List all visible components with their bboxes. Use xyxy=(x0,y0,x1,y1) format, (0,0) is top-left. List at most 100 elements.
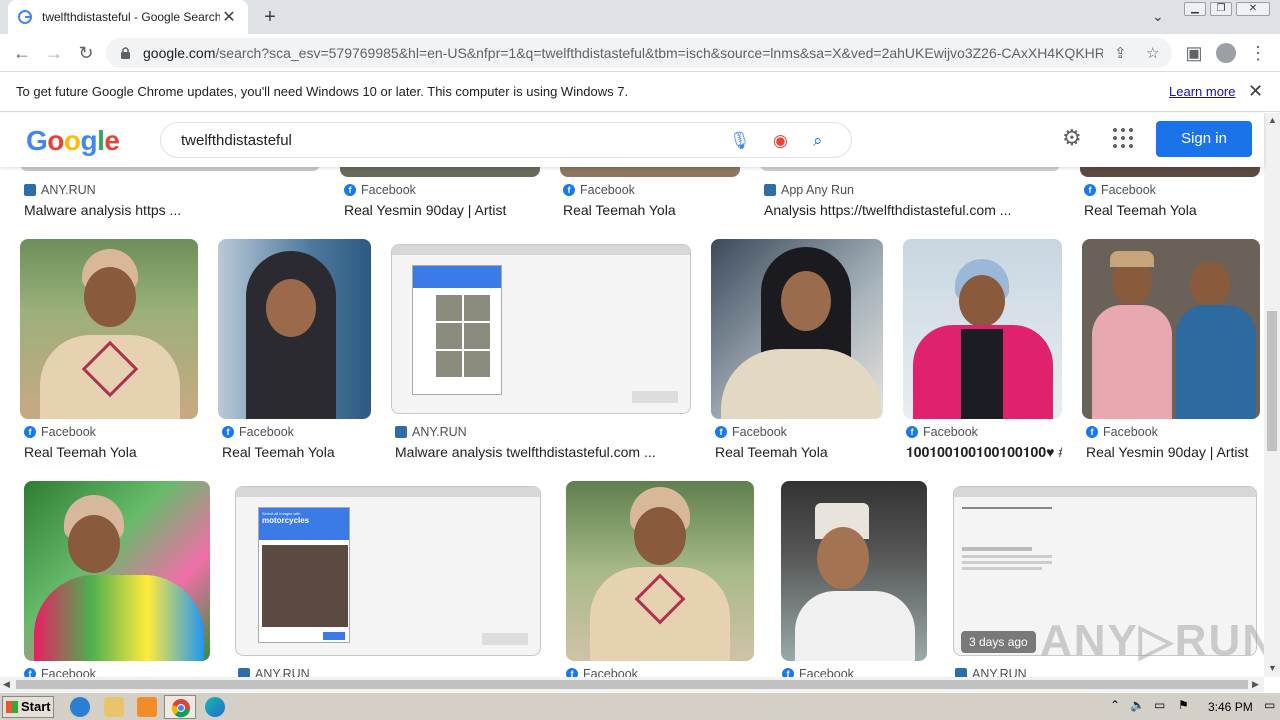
google-apps-grid-icon[interactable] xyxy=(1112,127,1134,149)
file-explorer-icon[interactable] xyxy=(104,697,124,717)
volume-icon[interactable]: 🔈 xyxy=(1130,698,1145,712)
side-panel-icon[interactable]: ▣ xyxy=(1182,41,1206,65)
result-image[interactable] xyxy=(218,239,371,419)
settings-gear-icon[interactable]: ⚙ xyxy=(1062,125,1082,151)
result-image[interactable] xyxy=(760,167,1060,171)
result-source[interactable]: ANY.RUN xyxy=(395,425,467,439)
result-image[interactable] xyxy=(566,481,754,661)
google-favicon-icon xyxy=(18,10,32,24)
tab-search-chevron-icon[interactable]: ⌄ xyxy=(1152,8,1164,25)
google-logo[interactable]: Google xyxy=(26,125,120,157)
new-tab-button[interactable]: + xyxy=(258,5,282,29)
tray-expand-icon[interactable]: ⌃ xyxy=(1110,698,1120,712)
result-source[interactable]: f Facebook xyxy=(24,425,96,439)
show-desktop-icon[interactable]: ▭ xyxy=(1264,698,1275,712)
voice-search-mic-icon[interactable]: 🎙 xyxy=(729,131,751,151)
learn-more-link[interactable]: Learn more xyxy=(1169,84,1235,99)
result-image[interactable] xyxy=(20,167,320,171)
result-image[interactable] xyxy=(20,239,198,419)
result-image[interactable] xyxy=(1082,239,1260,419)
result-image[interactable] xyxy=(340,167,540,177)
forward-icon[interactable]: → xyxy=(42,41,66,65)
anyrun-watermark: ANY▷RUN xyxy=(1040,616,1264,665)
anyrun-favicon-icon xyxy=(24,184,36,196)
google-header: Google twelfthdistasteful 🎙 ◉ ⌕ ⚙ Sign i… xyxy=(0,113,1264,167)
result-source[interactable]: f Facebook xyxy=(1084,183,1156,197)
search-icon[interactable]: ⌕ xyxy=(813,131,823,151)
result-source[interactable]: f Facebook xyxy=(782,667,854,677)
start-button[interactable]: Start xyxy=(2,696,54,718)
result-caption[interactable]: Real Teemah Yola xyxy=(222,444,372,460)
active-tab[interactable]: twelfthdistasteful - Google Search ✕ xyxy=(8,0,248,34)
lens-camera-icon[interactable]: ◉ xyxy=(773,131,788,151)
result-caption[interactable]: Malware analysis twelfthdistasteful.com … xyxy=(395,444,691,460)
taskbar-clock[interactable]: 3:46 PM xyxy=(1208,700,1253,714)
edge-icon[interactable] xyxy=(205,697,225,717)
update-infobar: To get future Google Chrome updates, you… xyxy=(0,72,1280,112)
browser-toolbar: ← → ↻ google.com/search?sca_esv=57976998… xyxy=(0,34,1280,72)
horizontal-scrollbar[interactable]: ◀ ▶ xyxy=(0,677,1264,692)
facebook-favicon-icon: f xyxy=(1084,184,1096,196)
menu-kebab-icon[interactable]: ⋮ xyxy=(1246,41,1270,65)
result-source[interactable]: f Facebook xyxy=(563,183,635,197)
share-icon[interactable]: ⇪ xyxy=(1114,44,1127,62)
scroll-right-arrow-icon[interactable]: ▶ xyxy=(1252,679,1259,690)
result-caption[interactable]: 𝟏𝟎𝟎𝟏𝟎𝟎𝟏𝟎𝟎𝟏𝟎𝟎𝟏𝟎𝟎𝟏𝟎𝟎♥ #juma... xyxy=(906,444,1062,461)
infobar-close-icon[interactable]: ✕ xyxy=(1248,81,1263,102)
sign-in-button[interactable]: Sign in xyxy=(1156,121,1252,157)
result-image[interactable] xyxy=(560,167,740,177)
back-icon[interactable]: ← xyxy=(10,41,34,65)
result-source[interactable]: f Facebook xyxy=(906,425,978,439)
result-source[interactable]: f Facebook xyxy=(1086,425,1158,439)
chrome-taskbar-button[interactable] xyxy=(164,695,196,719)
address-bar[interactable]: google.com/search?sca_esv=579769985&hl=e… xyxy=(106,38,1172,68)
result-source[interactable]: f Facebook xyxy=(24,667,96,677)
result-caption[interactable]: Real Teemah Yola xyxy=(24,444,200,460)
date-badge: 3 days ago xyxy=(961,631,1036,653)
result-source[interactable]: ANY.RUN xyxy=(238,667,310,677)
reload-icon[interactable]: ↻ xyxy=(74,41,98,65)
scroll-up-arrow-icon[interactable]: ▲ xyxy=(1268,115,1277,125)
result-source[interactable]: f Facebook xyxy=(344,183,416,197)
url-text: google.com/search?sca_esv=579769985&hl=e… xyxy=(143,45,1103,61)
result-source[interactable]: ANY.RUN xyxy=(955,667,1027,677)
result-caption[interactable]: Real Yesmin 90day | Artist xyxy=(344,202,544,218)
search-query[interactable]: twelfthdistasteful xyxy=(181,132,292,149)
bookmark-star-icon[interactable]: ☆ xyxy=(1146,44,1159,62)
result-source[interactable]: f Facebook xyxy=(566,667,638,677)
result-image[interactable]: Select all images with motorcycles xyxy=(235,486,541,656)
action-center-flag-icon[interactable]: ⚑ xyxy=(1178,698,1189,712)
result-image[interactable] xyxy=(711,239,883,419)
restore-button[interactable]: ❐ xyxy=(1210,2,1232,16)
result-caption[interactable]: Real Teemah Yola xyxy=(563,202,743,218)
result-source[interactable]: ANY.RUN xyxy=(24,183,96,197)
result-caption[interactable]: Real Yesmin 90day | Artist xyxy=(1086,444,1260,460)
internet-explorer-icon[interactable] xyxy=(70,697,90,717)
scroll-left-arrow-icon[interactable]: ◀ xyxy=(3,679,10,690)
result-caption[interactable]: Malware analysis https ... xyxy=(24,202,324,218)
result-source[interactable]: f Facebook xyxy=(222,425,294,439)
windows-logo-icon xyxy=(6,701,18,713)
result-image[interactable] xyxy=(1080,167,1260,177)
result-image[interactable] xyxy=(24,481,210,661)
result-caption[interactable]: Real Teemah Yola xyxy=(715,444,885,460)
profile-avatar-icon[interactable] xyxy=(1214,41,1238,65)
result-caption[interactable]: Analysis https://twelfthdistasteful.com … xyxy=(764,202,1064,218)
result-source[interactable]: f Facebook xyxy=(715,425,787,439)
search-box[interactable]: twelfthdistasteful 🎙 ◉ ⌕ xyxy=(160,122,852,158)
horizontal-scroll-thumb[interactable] xyxy=(16,680,1248,689)
minimize-button[interactable]: ▁ xyxy=(1184,2,1206,16)
scroll-down-arrow-icon[interactable]: ▼ xyxy=(1268,663,1277,673)
facebook-favicon-icon: f xyxy=(782,668,794,677)
result-image[interactable] xyxy=(781,481,927,661)
vertical-scroll-thumb[interactable] xyxy=(1267,311,1277,451)
network-icon[interactable]: ▭ xyxy=(1154,698,1165,712)
media-player-icon[interactable] xyxy=(137,697,157,717)
result-image[interactable] xyxy=(391,244,691,414)
tab-close-icon[interactable]: ✕ xyxy=(220,7,238,27)
result-caption[interactable]: Real Teemah Yola xyxy=(1084,202,1260,218)
close-window-button[interactable]: ✕ xyxy=(1236,2,1270,16)
result-image[interactable] xyxy=(903,239,1062,419)
vertical-scrollbar[interactable]: ▲ ▼ xyxy=(1264,113,1280,677)
result-source[interactable]: App Any Run xyxy=(764,183,854,197)
